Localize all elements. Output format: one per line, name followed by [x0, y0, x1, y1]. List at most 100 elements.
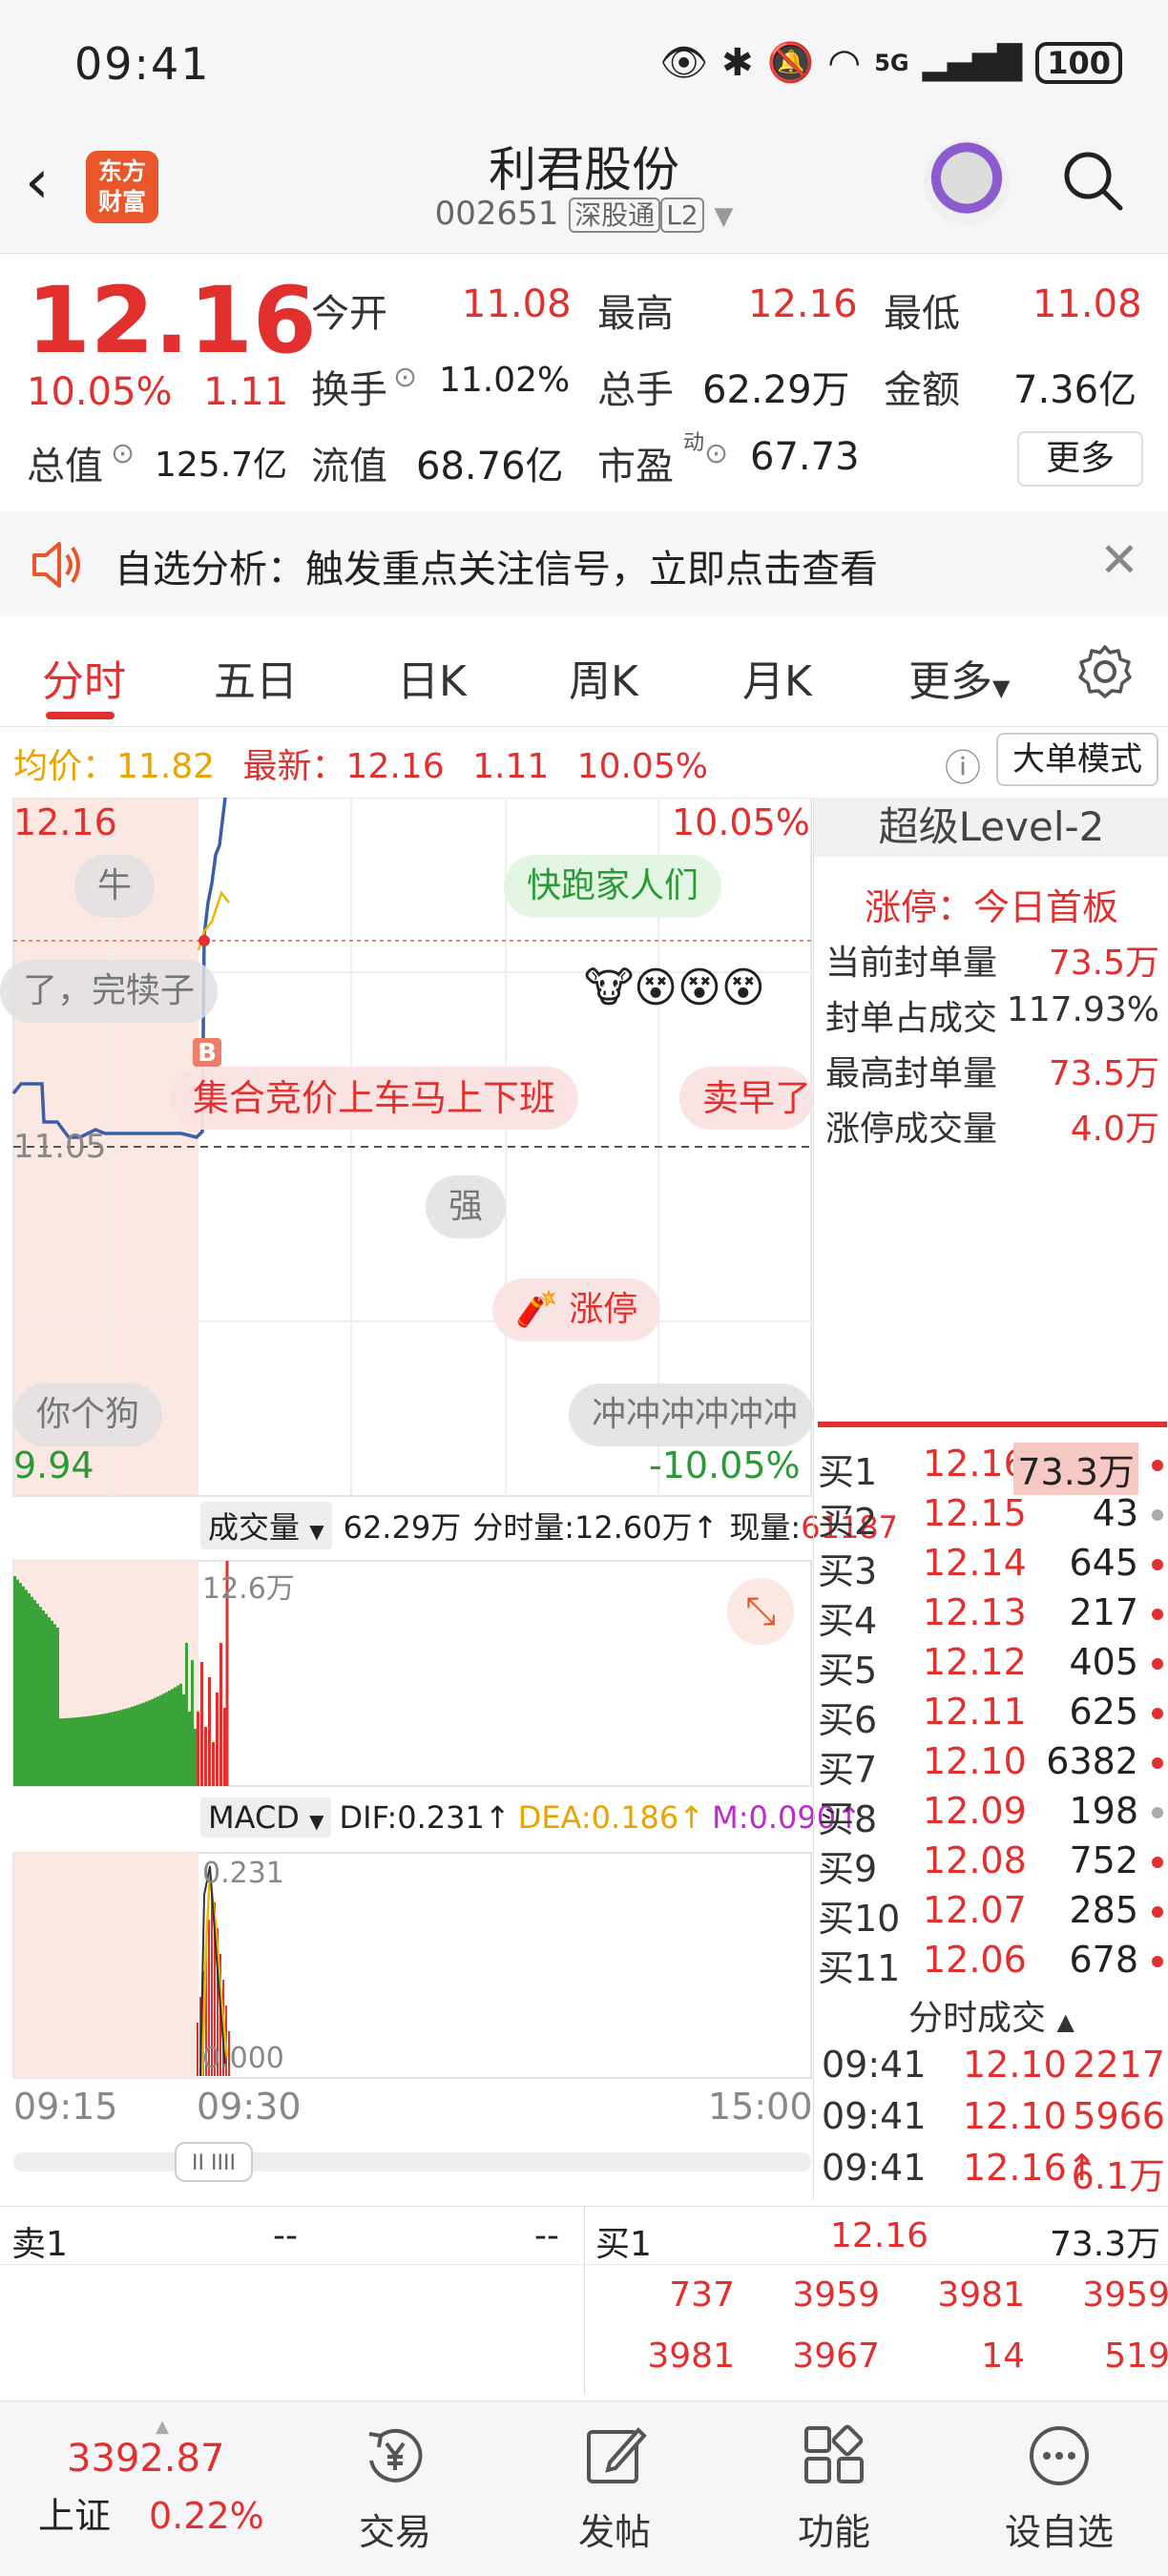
more-button[interactable]: 更多 — [1017, 431, 1143, 487]
bid-row[interactable]: 买10 12.07 285 — [818, 1889, 1167, 1940]
big-order-mode-button[interactable]: 大单模式 — [996, 733, 1158, 786]
nav-post[interactable]: 发帖 — [548, 2422, 681, 2555]
row-label: 涨停成交量 — [825, 1110, 998, 1149]
nav-label: 功能 — [797, 2511, 870, 2553]
info-icon[interactable]: ⊙ — [111, 437, 135, 470]
volume-bar — [33, 1600, 36, 1786]
notice-banner[interactable]: 自选分析：触发重点关注信号，立即点击查看 ✕ — [0, 511, 1168, 616]
pe-superscript: 动 — [683, 431, 705, 455]
tab-five-day[interactable]: 五日 — [214, 647, 298, 708]
sell1-price: -- — [273, 2216, 298, 2255]
bid-dot-icon — [1152, 1609, 1163, 1620]
bid-row[interactable]: 买9 12.08 752 — [818, 1839, 1167, 1890]
bid-row[interactable]: 买4 12.13 217 — [818, 1591, 1167, 1642]
low-value: 11.08 — [1032, 282, 1142, 326]
trade-qty: 6.1万 — [1071, 2155, 1165, 2197]
level2-row: 最高封单量 73.5万 — [825, 1046, 1159, 1095]
comment-bubble[interactable]: 集合竞价上车马上下班 — [170, 1067, 579, 1130]
comment-bubble[interactable]: 冲冲冲冲冲冲 — [569, 1383, 813, 1446]
turnover-label: 换手 — [311, 368, 387, 412]
index-name: 上证 — [38, 2495, 112, 2537]
index-pct: 0.22% — [149, 2495, 264, 2537]
bid-row[interactable]: 买2 12.15 43 — [818, 1492, 1167, 1543]
mktcap-value: 125.7亿 — [155, 446, 288, 485]
volume-bar — [142, 1702, 145, 1786]
bottom-nav: ▲ 3392.87 上证 0.22% 交易 发帖 功能 设自选 — [0, 2400, 1168, 2576]
macd-dea: DEA:0.186↑ — [517, 1799, 705, 1836]
level2-panel: 超级Level-2 涨停：今日首板 当前封单量 73.5万 封单占成交 117.93… — [813, 798, 1168, 2200]
comment-bubble[interactable]: 了，完犊子 — [0, 960, 219, 1023]
status-icons: 👁 ✱ 🔕 ◠ 5G ▂▄▆█ 100 — [659, 40, 1122, 85]
help-icon[interactable]: ⓘ — [945, 738, 981, 791]
limit-up-text: 涨停 — [569, 1290, 638, 1329]
bid-label: 买3 — [818, 1550, 878, 1592]
bid-price: 12.11 — [923, 1691, 1027, 1733]
tab-more[interactable]: 更多▼ — [908, 647, 1010, 708]
bid-label: 买6 — [818, 1699, 878, 1741]
more-icon — [1030, 2426, 1089, 2485]
info-icon[interactable]: ⊙ — [393, 361, 417, 394]
volume-bar — [96, 1714, 99, 1786]
volume-bar — [177, 1685, 179, 1786]
bid-row[interactable]: 买5 12.12 405 — [818, 1641, 1167, 1692]
time-scrollbar[interactable] — [13, 2152, 811, 2171]
price-info-row: 均价：11.82 最新：12.16 1.11 10.05% ⓘ 大单模式 — [0, 733, 1168, 790]
macd-dif: DIF:0.231↑ — [339, 1799, 511, 1836]
macd-selector[interactable]: MACD ▼ — [200, 1797, 332, 1838]
assistant-robot-icon[interactable] — [924, 139, 1010, 225]
row-value: 117.93% — [1006, 990, 1159, 1029]
bid-price: 12.08 — [923, 1839, 1027, 1881]
tab-daily-k[interactable]: 日K — [397, 647, 467, 708]
bid-row[interactable]: 买7 12.10 6382 — [818, 1740, 1167, 1791]
amount-label: 金额 — [884, 368, 960, 412]
chevron-down-icon: ▼ — [309, 1520, 324, 1543]
volume-bar — [76, 1716, 79, 1786]
volume-bar — [216, 1693, 219, 1786]
volume-bar — [162, 1693, 165, 1786]
time-mid: 09:30 — [197, 2086, 302, 2128]
high-value: 12.16 — [748, 282, 858, 326]
index-widget[interactable]: ▲ 3392.87 上证 0.22% — [38, 2417, 286, 2539]
bid-row[interactable]: 买1 12.16 73.3万 — [818, 1443, 1167, 1495]
volume-value: 62.29万 — [702, 368, 850, 412]
level2-title[interactable]: 超级Level-2 — [814, 798, 1168, 857]
mute-icon: 🔕 — [766, 41, 815, 85]
tab-monthly-k[interactable]: 月K — [742, 647, 812, 708]
gear-icon[interactable] — [1076, 643, 1134, 700]
search-icon[interactable] — [1059, 147, 1126, 214]
nav-label: 设自选 — [1004, 2511, 1114, 2553]
comment-bubble[interactable]: 强 — [426, 1175, 507, 1238]
bid-label: 买7 — [818, 1749, 878, 1791]
close-icon[interactable]: ✕ — [1099, 532, 1139, 588]
trades-header[interactable]: 分时成交 ▲ — [814, 1990, 1168, 2040]
edit-icon — [587, 2427, 647, 2483]
bid-volume: 645 — [1069, 1542, 1138, 1584]
bid-row[interactable]: 买3 12.14 645 — [818, 1542, 1167, 1592]
tab-weekly-k[interactable]: 周K — [569, 647, 638, 708]
info-icon[interactable]: ⊙ — [704, 437, 728, 470]
tab-intraday[interactable]: 分时 — [42, 647, 126, 708]
nav-functions[interactable]: 功能 — [767, 2422, 901, 2555]
nav-add-watchlist[interactable]: 设自选 — [992, 2422, 1126, 2555]
eye-icon: 👁 — [659, 41, 708, 85]
macd-bar — [197, 2023, 198, 2076]
volume-selector[interactable]: 成交量 ▼ — [200, 1502, 332, 1549]
row-label: 当前封单量 — [825, 944, 998, 983]
bid-volume: 678 — [1069, 1939, 1138, 1981]
bid-row[interactable]: 买6 12.11 625 — [818, 1691, 1167, 1741]
bid-price: 12.12 — [923, 1641, 1027, 1683]
volume-now-label: 现量: — [729, 1509, 802, 1546]
expand-icon[interactable]: ⤡ — [727, 1578, 794, 1645]
volume-minute: 分时量:12.60万↑ — [472, 1509, 719, 1546]
bid-row[interactable]: 买8 12.09 198 — [818, 1790, 1167, 1840]
comment-bubble[interactable]: 快跑家人们 — [504, 855, 722, 918]
volume-bar — [25, 1589, 28, 1786]
nav-trade[interactable]: 交易 — [328, 2422, 462, 2555]
comment-bubble[interactable]: 牛 — [74, 855, 156, 918]
volume-bar — [131, 1706, 134, 1786]
comment-bubble[interactable]: 卖早了 — [679, 1067, 813, 1130]
comment-bubble[interactable]: 你个狗 — [13, 1383, 163, 1446]
dropdown-icon: ▼ — [714, 202, 734, 231]
limit-up-bubble[interactable]: 🧨 涨停 — [492, 1278, 661, 1341]
bid-row[interactable]: 买11 12.06 678 — [818, 1939, 1167, 1989]
